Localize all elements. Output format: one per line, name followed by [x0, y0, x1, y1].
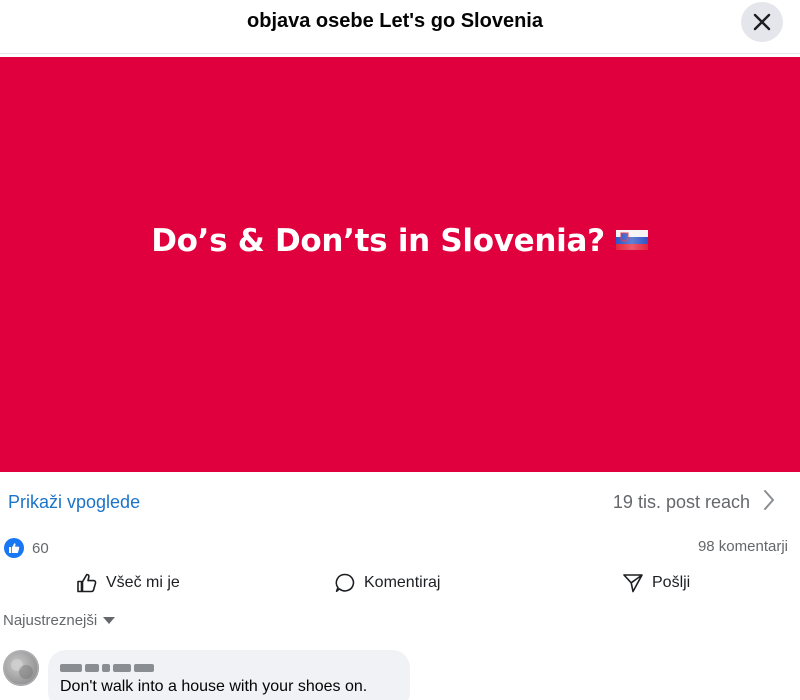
post-image-text: Do’s & Don’ts in Slovenia?	[151, 223, 605, 259]
comment-author-redacted[interactable]	[60, 662, 180, 674]
close-button[interactable]	[741, 2, 783, 42]
comment-sort-dropdown[interactable]: Najustreznejši	[3, 612, 116, 629]
send-button[interactable]: Pošlji	[622, 568, 690, 598]
chevron-right-icon[interactable]	[762, 488, 776, 512]
avatar[interactable]	[3, 650, 39, 686]
slovenia-flag-icon	[615, 229, 648, 250]
like-button-label: Všeč mi je	[106, 574, 180, 591]
comment-button[interactable]: Komentiraj	[334, 568, 440, 598]
like-reaction-icon	[4, 538, 24, 558]
send-button-label: Pošlji	[652, 574, 691, 591]
reaction-summary[interactable]: 60	[4, 538, 49, 558]
send-icon	[623, 574, 643, 593]
post-reach[interactable]: 19 tis. post reach	[613, 492, 750, 513]
insights-row: Prikaži vpoglede 19 tis. post reach	[0, 472, 800, 532]
post-image-caption: Do’s & Don’ts in Slovenia?	[0, 223, 800, 259]
avatar-image	[3, 650, 39, 686]
dialog-title: objava osebe Let's go Slovenia	[247, 10, 543, 32]
like-count: 60	[32, 539, 49, 557]
dialog-header: objava osebe Let's go Slovenia	[0, 0, 800, 54]
thumbs-up-icon	[77, 573, 97, 593]
post-image[interactable]: Do’s & Don’ts in Slovenia?	[0, 57, 800, 472]
comment-icon	[335, 573, 355, 592]
comment-bubble: Don't walk into a house with your shoes …	[48, 650, 410, 700]
close-icon	[753, 13, 771, 31]
comment-button-label: Komentiraj	[364, 574, 441, 591]
comment-sort-label: Najustreznejši	[3, 612, 98, 629]
chevron-down-icon	[103, 617, 116, 624]
comments-count[interactable]: 98 komentarji	[698, 538, 788, 555]
comment-text: Don't walk into a house with your shoes …	[60, 678, 368, 695]
show-insights-link[interactable]: Prikaži vpoglede	[8, 492, 140, 513]
like-button[interactable]: Všeč mi je	[76, 568, 180, 598]
